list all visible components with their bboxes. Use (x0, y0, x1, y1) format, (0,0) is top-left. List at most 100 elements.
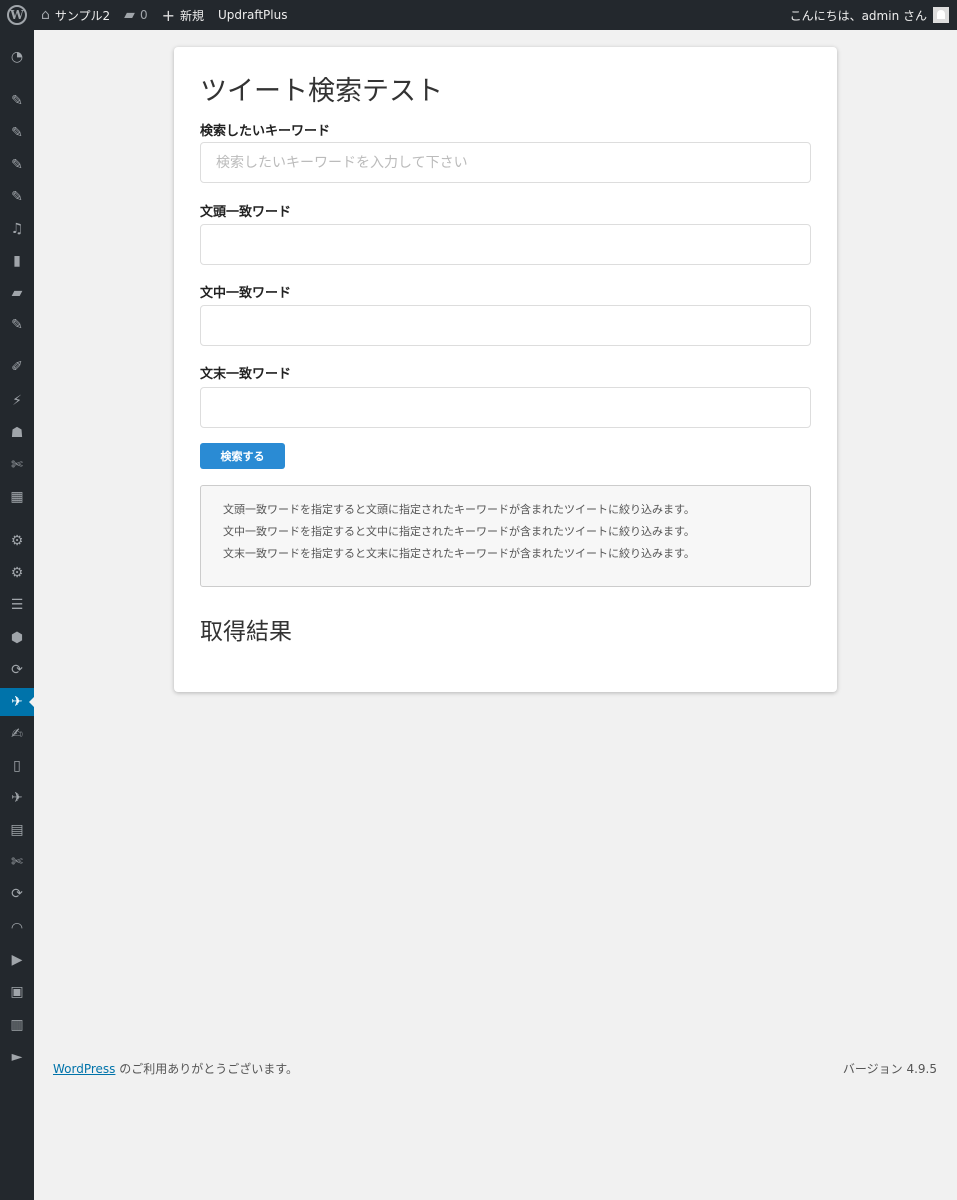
pages-icon: ▮ (13, 253, 21, 269)
sidebar-item[interactable]: ▮ (0, 247, 34, 275)
sidebar-item[interactable]: ☰ (0, 591, 34, 619)
pin-icon: ✎ (11, 93, 23, 109)
comments-icon: ▰ (11, 285, 23, 301)
layout-icon: ▤ (10, 822, 24, 838)
users-icon: ☗ (10, 425, 24, 441)
sidebar-item[interactable]: ⚡ (0, 387, 34, 415)
gear-icon: ⚙ (10, 565, 24, 581)
suffix-label: 文末一致ワード (200, 367, 292, 382)
plus-icon: + (161, 5, 175, 25)
my-account-link[interactable]: こんにちは、admin さん (783, 0, 957, 30)
keyword-label: 検索したいキーワード (200, 124, 331, 139)
calendar-icon: ▣ (10, 984, 24, 1000)
wp-logo-menu[interactable]: W (0, 0, 34, 30)
sidebar-item[interactable]: ✎ (0, 87, 34, 115)
sidebar-item[interactable]: ⟳ (0, 880, 34, 908)
results-title: 取得結果 (200, 619, 292, 645)
sidebar-item[interactable]: ✄ (0, 848, 34, 876)
sidebar-item[interactable]: ♫ (0, 215, 34, 243)
updraftplus-link[interactable]: UpdraftPlus (211, 0, 294, 30)
sidebar-item[interactable]: ✎ (0, 311, 34, 339)
comment-count: 0 (139, 8, 148, 22)
edit-icon: ✍ (11, 726, 23, 742)
sidebar-item[interactable]: ▯ (0, 752, 34, 780)
comment-icon: ▰ (124, 7, 135, 23)
sidebar-item[interactable]: ▣ (0, 978, 34, 1006)
middle-input[interactable] (200, 305, 811, 346)
sidebar-item[interactable]: ✈ (0, 784, 34, 812)
footer-thankyou: WordPress のご利用ありがとうございます。 (53, 1060, 298, 1077)
help-line: 文頭一致ワードを指定すると文頭に指定されたキーワードが含まれたツイートに絞り込み… (223, 503, 695, 516)
sidebar-item[interactable]: ⚙ (0, 527, 34, 555)
tools-icon: ✄ (11, 854, 23, 870)
new-content-link[interactable]: + 新規 (155, 0, 211, 30)
widget-icon: ▦ (10, 489, 24, 505)
search-card: ツイート検索テスト 検索したいキーワード 文頭一致ワード 文中一致ワード 文末一… (174, 47, 837, 692)
sidebar-item[interactable]: ✈ (0, 688, 34, 716)
footer-version: バージョン 4.9.5 (842, 1062, 937, 1076)
admin-menu: ◔ ✎ ✎ ✎ ✎ ♫ ▮ ▰ ✎ ✐ ⚡ ☗ ✄ ▦ ⚙ ⚙ ☰ ⬢ ⟳ ✈ ✍ ▯ ✈ ▤ ✄ ⟳ ◠ ▶ ▣ ▥ ► (0, 30, 34, 1200)
pin-icon: ✎ (11, 157, 23, 173)
sidebar-item[interactable]: ▰ (0, 279, 34, 307)
search-button[interactable]: 検索する (200, 443, 285, 469)
twitter-icon: ✈ (11, 694, 23, 710)
play-circle-icon: ► (11, 1049, 23, 1065)
page-title: ツイート検索テスト (200, 76, 443, 107)
site-name: サンプル2 (54, 8, 111, 23)
sidebar-item[interactable]: ✎ (0, 119, 34, 147)
plugins-icon: ⚡ (12, 393, 22, 409)
pin-icon: ✎ (11, 317, 23, 333)
prefix-input[interactable] (200, 224, 811, 265)
tools-icon: ✄ (11, 457, 23, 473)
sync-icon: ⟳ (11, 886, 23, 902)
sidebar-item[interactable]: ▤ (0, 816, 34, 844)
dashboard-icon: ◔ (10, 49, 24, 65)
sidebar-item[interactable]: ✎ (0, 183, 34, 211)
site-name-link[interactable]: ⌂ サンプル2 (34, 0, 117, 30)
footer-thanks-text: のご利用ありがとうございます。 (115, 1062, 299, 1076)
help-line: 文中一致ワードを指定すると文中に指定されたキーワードが含まれたツイートに絞り込み… (223, 525, 695, 538)
sidebar-item[interactable]: ▥ (0, 1011, 34, 1039)
updraftplus-label: UpdraftPlus (218, 8, 288, 22)
wordpress-logo-icon: W (7, 5, 27, 25)
sidebar-item[interactable]: ◠ (0, 914, 34, 942)
avatar (933, 7, 949, 23)
home-icon: ⌂ (41, 7, 50, 23)
gear-icon: ⚙ (10, 533, 24, 549)
sidebar-item[interactable]: ▦ (0, 483, 34, 511)
pin-icon: ✎ (11, 189, 23, 205)
suffix-input[interactable] (200, 387, 811, 428)
sidebar-item[interactable]: ► (0, 1043, 34, 1071)
plugin-logo-icon: ⬢ (10, 630, 24, 646)
appearance-icon: ✐ (11, 359, 23, 375)
sidebar-item[interactable]: ◔ (0, 43, 34, 71)
middle-label: 文中一致ワード (200, 286, 292, 301)
sidebar-item[interactable]: ✎ (0, 151, 34, 179)
sidebar-item[interactable]: ⟳ (0, 656, 34, 684)
sidebar-item[interactable]: ⬢ (0, 624, 34, 652)
sidebar-item[interactable]: ✄ (0, 451, 34, 479)
sidebar-item[interactable]: ☗ (0, 419, 34, 447)
prefix-label: 文頭一致ワード (200, 205, 292, 220)
sync-icon: ⟳ (11, 662, 23, 678)
twitter-icon: ✈ (11, 790, 23, 806)
sidebar-item[interactable]: ✍ (0, 720, 34, 748)
new-label: 新規 (180, 8, 205, 23)
keyword-input[interactable] (200, 142, 811, 183)
greeting-text: こんにちは、admin さん (789, 8, 927, 23)
sidebar-item[interactable]: ✐ (0, 353, 34, 381)
admin-bar: W ⌂ サンプル2 ▰ 0 + 新規 UpdraftPlus こんにちは、adm… (0, 0, 957, 30)
help-line: 文末一致ワードを指定すると文末に指定されたキーワードが含まれたツイートに絞り込み… (223, 547, 695, 560)
elementor-icon: ☰ (10, 597, 24, 613)
sidebar-item[interactable]: ⚙ (0, 559, 34, 587)
media-icon: ♫ (10, 221, 24, 237)
comments-link[interactable]: ▰ 0 (117, 0, 154, 30)
sidebar-item[interactable]: ▶ (0, 946, 34, 974)
rss-icon: ◠ (10, 920, 24, 936)
mobile-icon: ▯ (13, 758, 21, 774)
help-box: 文頭一致ワードを指定すると文頭に指定されたキーワードが含まれたツイートに絞り込み… (200, 485, 811, 587)
pin-icon: ✎ (11, 125, 23, 141)
book-icon: ▥ (10, 1017, 24, 1033)
video-icon: ▶ (11, 952, 23, 968)
wordpress-link[interactable]: WordPress (53, 1062, 115, 1076)
